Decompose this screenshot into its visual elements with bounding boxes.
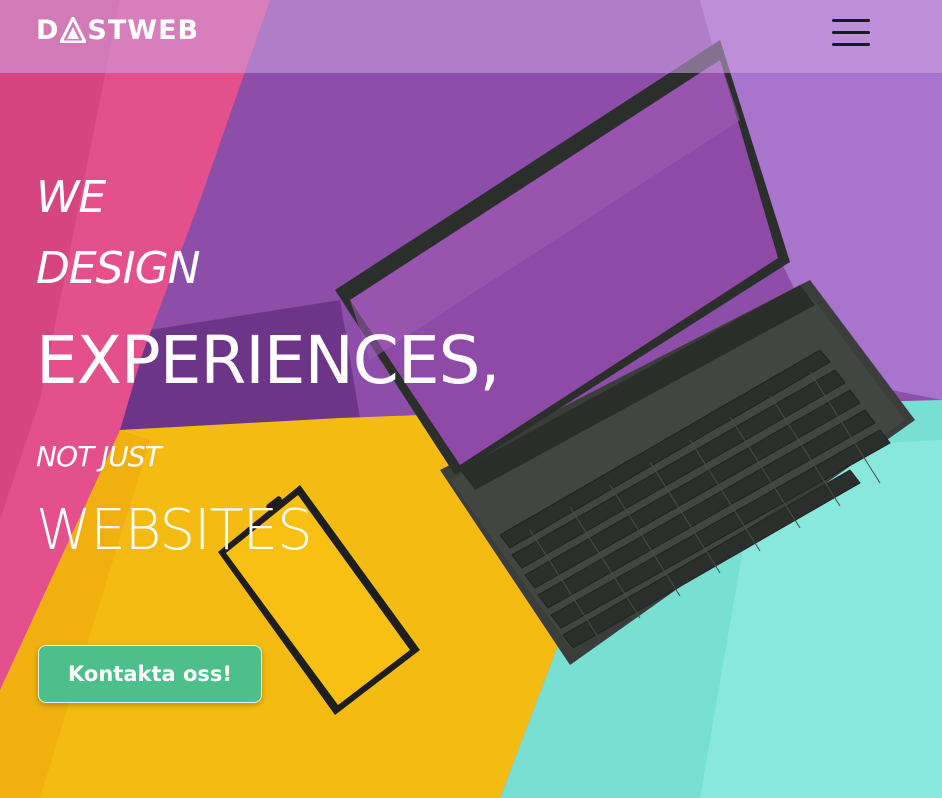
hero-line-we: WE [36,172,106,223]
logo-triangle-icon [60,17,87,43]
hero-line-websites: WEBSITES [36,498,313,563]
contact-us-button[interactable]: Kontakta oss! [38,645,262,703]
site-header: D STWEB [0,0,942,73]
logo-text-end: STWEB [87,14,200,46]
hamburger-menu-icon[interactable] [832,19,872,47]
logo-text-start: D [36,14,60,46]
hero-line-design: DESIGN [36,243,201,294]
hero-line-experiences: EXPERIENCES, [36,322,500,399]
hero-line-not-just: NOT JUST [36,440,162,473]
site-logo[interactable]: D STWEB [36,12,199,48]
hero-page: D STWEB WE DESIGN EXPERIENCES, NOT JUST … [0,0,942,798]
